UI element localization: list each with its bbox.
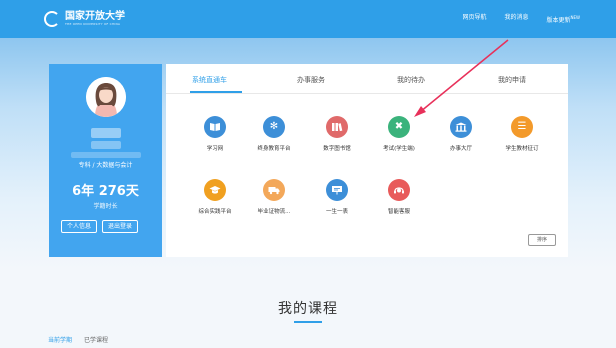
app-study-network[interactable]: 学习网: [185, 116, 245, 152]
logo-icon: [44, 11, 60, 27]
university-logo[interactable]: 国家开放大学 THE OPEN UNIVERSITY OF CHINA: [44, 11, 125, 27]
app-practice-platform[interactable]: 综合实践平台: [185, 179, 245, 215]
personal-info-button[interactable]: 个人信息: [61, 220, 98, 233]
top-navigation-bar: 国家开放大学 THE OPEN UNIVERSITY OF CHINA 网页导航…: [0, 0, 616, 38]
user-avatar-icon: [86, 77, 126, 117]
app-label: 综合实践平台: [198, 209, 232, 215]
app-smart-customer-service[interactable]: 智能客服: [369, 179, 429, 215]
graduation-cap-icon: [204, 179, 226, 201]
app-label: 智能客服: [387, 209, 410, 215]
app-label: 数字图书馆: [323, 146, 351, 152]
app-label: 办事大厅: [449, 146, 472, 152]
tab-system-shortcuts[interactable]: 系统直通车: [192, 75, 227, 85]
app-exam-student[interactable]: ✖ 考试(学生端): [369, 116, 429, 152]
version-update-label: 版本更新: [546, 17, 571, 24]
avatar[interactable]: [86, 77, 126, 117]
services-panel: 系统直通车 办事服务 我的待办 我的申请 学习网 ✻ 终身教育平台 数字图书馆 …: [166, 64, 568, 257]
redacted-name: [91, 128, 121, 138]
headset-icon: [388, 179, 410, 201]
library-icon: [326, 116, 348, 138]
app-label: 毕业证物流...: [257, 209, 291, 215]
tab-my-applications[interactable]: 我的申请: [498, 75, 526, 85]
study-duration-label: 学籍时长: [93, 203, 118, 210]
textbook-icon: ☰: [511, 116, 533, 138]
sort-button[interactable]: 排序: [528, 234, 556, 246]
app-label: 学生教材征订: [505, 146, 539, 152]
logo-subtitle: THE OPEN UNIVERSITY OF CHINA: [65, 22, 121, 26]
truck-icon: [263, 179, 285, 201]
panel-tabs: 系统直通车 办事服务 我的待办 我的申请: [166, 64, 568, 94]
new-badge: NEW: [570, 15, 580, 20]
nav-link-my-messages[interactable]: 我的消息: [504, 13, 528, 26]
nav-link-site-navigation[interactable]: 网页导航: [462, 13, 486, 26]
app-service-hall[interactable]: 办事大厅: [431, 116, 491, 152]
major-text: 专科 / 大数据与会计: [78, 162, 133, 169]
active-tab-indicator: [190, 91, 242, 93]
logout-button[interactable]: 退出登录: [102, 220, 139, 233]
tab-my-todos[interactable]: 我的待办: [397, 75, 425, 85]
redacted-student-id: [91, 141, 121, 149]
app-digital-library[interactable]: 数字图书馆: [307, 116, 367, 152]
nav-link-version-update[interactable]: 版本更新NEW: [547, 13, 581, 26]
my-courses-title: 我的课程: [278, 301, 338, 317]
tab-services[interactable]: 办事服务: [297, 75, 325, 85]
app-label: 一生一表: [325, 209, 348, 215]
study-duration: 6年 276天: [72, 184, 139, 199]
exam-icon: ✖: [388, 116, 410, 138]
snowflake-icon: ✻: [263, 116, 285, 138]
book-icon: [204, 116, 226, 138]
app-diploma-logistics[interactable]: 毕业证物流...: [244, 179, 304, 215]
app-label: 终身教育平台: [257, 146, 291, 152]
redacted-info: [71, 152, 141, 158]
app-student-form[interactable]: 一生一表: [307, 179, 367, 215]
board-icon: [326, 179, 348, 201]
app-textbook-ordering[interactable]: ☰ 学生教材征订: [492, 116, 552, 152]
app-lifelong-education[interactable]: ✻ 终身教育平台: [244, 116, 304, 152]
logo-name: 国家开放大学: [65, 11, 125, 22]
tab-completed-courses[interactable]: 已学课程: [84, 335, 108, 344]
app-label: 学习网: [206, 146, 224, 152]
building-icon: [450, 116, 472, 138]
profile-card: 专科 / 大数据与会计 6年 276天 学籍时长 个人信息 退出登录: [49, 64, 162, 257]
my-courses-underline: [294, 321, 322, 323]
tab-current-semester[interactable]: 当前学期: [48, 335, 72, 344]
app-label: 考试(学生端): [383, 146, 415, 152]
